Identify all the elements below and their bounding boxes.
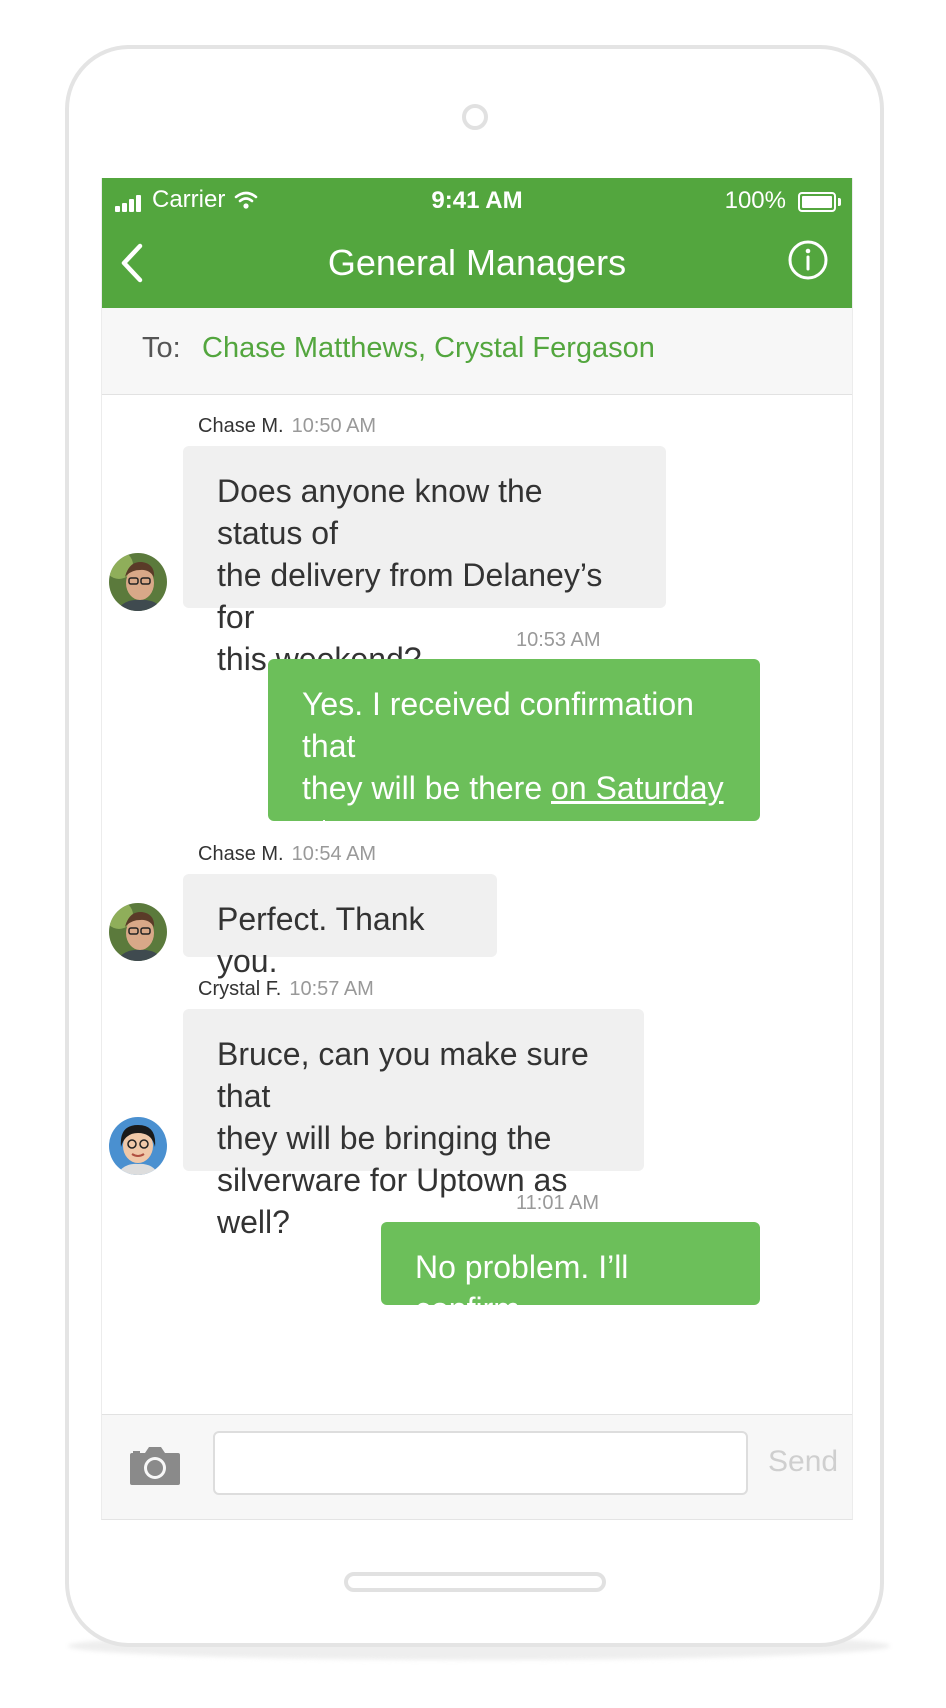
composer-bar: Send (102, 1414, 852, 1519)
message-time: 10:57 AM (289, 978, 374, 1000)
incoming-message-bubble[interactable]: Does anyone know the status of the deliv… (183, 446, 666, 677)
outgoing-message-bubble[interactable]: Yes. I received confirmation that they w… (268, 659, 760, 890)
avatar-chase[interactable] (109, 903, 167, 961)
header-area: Carrier 9:41 AM 100% General Managers (102, 178, 852, 308)
recipients-names[interactable]: Chase Matthews, Crystal Fergason (202, 332, 655, 365)
message-input[interactable] (213, 1431, 748, 1495)
sender-name: Crystal F. (198, 978, 282, 1000)
message-time: 10:53 AM (516, 629, 601, 651)
camera-icon[interactable] (130, 1445, 180, 1485)
message-list[interactable]: Chase M. 10:50 AM Does anyone know the st… (102, 395, 852, 1414)
message-meta: Chase M. 10:50 AM (198, 415, 376, 438)
avatar-chase[interactable] (109, 553, 167, 611)
outgoing-message-bubble[interactable]: No problem. I’ll confirm. (381, 1222, 760, 1327)
message-line: Yes. I received confirmation that (302, 686, 694, 764)
message-time: 10:54 AM (291, 843, 377, 865)
message-time: 11:01 AM (516, 1192, 600, 1214)
message-meta: Chase M. 10:54 AM (198, 843, 376, 866)
message-line: they will be bringing the (217, 1120, 552, 1156)
navigation-bar: General Managers (102, 224, 852, 308)
avatar-crystal[interactable] (109, 1117, 167, 1175)
message-meta: Crystal F. 10:57 AM (198, 978, 374, 1001)
recipients-bar: To: Chase Matthews, Crystal Fergason (102, 308, 852, 395)
recipients-label: To: (142, 332, 181, 364)
message-line: Does anyone know the status of (217, 473, 543, 551)
message-line: Perfect. Thank you. (217, 901, 425, 979)
status-bar: Carrier 9:41 AM 100% (102, 178, 852, 224)
sender-name: Chase M. (198, 415, 284, 437)
sender-name: Chase M. (198, 843, 284, 865)
send-button[interactable]: Send (768, 1445, 838, 1479)
info-icon[interactable] (786, 238, 830, 282)
message-time: 10:50 AM (291, 415, 377, 437)
message-line: the delivery from Delaney’s for (217, 557, 603, 635)
front-camera (462, 104, 488, 130)
conversation-title: General Managers (327, 242, 627, 283)
incoming-message-bubble[interactable]: Bruce, can you make sure that they will … (183, 1009, 644, 1240)
incoming-message-bubble[interactable]: Perfect. Thank you. (183, 874, 497, 979)
message-line: No problem. I’ll confirm. (415, 1249, 629, 1327)
battery-percentage: 100% (724, 187, 786, 214)
battery-icon (798, 192, 842, 212)
message-line: Bruce, can you make sure that (217, 1036, 589, 1114)
home-indicator (344, 1572, 606, 1592)
phone-screen: Carrier 9:41 AM 100% General Managers To… (101, 178, 853, 1520)
message-line: they will be there on Saturday at (302, 770, 724, 848)
